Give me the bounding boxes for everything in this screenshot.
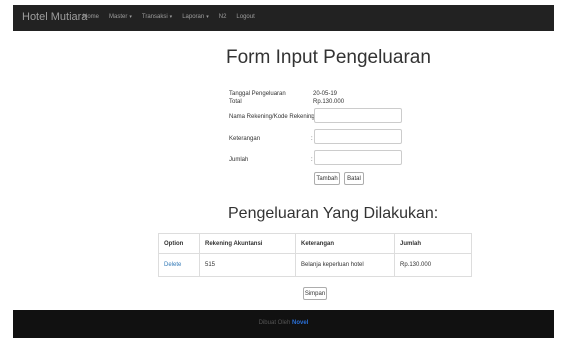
nav-item-master[interactable]: Master ▾ (109, 14, 132, 20)
nav-item-laporan[interactable]: Laporan ▾ (182, 14, 209, 20)
rekening-label: Nama Rekening/Kode Rekening (229, 114, 315, 120)
rekening-input[interactable] (314, 108, 402, 123)
col-header-keterangan: Keterangan (295, 233, 395, 254)
batal-button[interactable]: Batal (344, 172, 364, 185)
option-cell: Delete (158, 253, 200, 277)
nav-item-user[interactable]: N2 (219, 14, 227, 20)
tanggal-value: 20-05-19 (313, 91, 338, 97)
rekening-cell: 515 (199, 253, 296, 277)
footer-text: Dibuat Oleh Novel (13, 320, 554, 326)
nav-item-transaksi[interactable]: Transaksi ▾ (142, 14, 172, 20)
delete-link[interactable]: Delete (164, 262, 181, 268)
footer: Dibuat Oleh Novel (13, 310, 554, 338)
keterangan-cell: Belanja keperluan hotel (295, 253, 395, 277)
nav-item-home[interactable]: Home (83, 14, 99, 20)
keterangan-colon: : (311, 136, 313, 142)
form-title: Form Input Pengeluaran (226, 47, 431, 68)
navbar-brand[interactable]: Hotel Mutiara (22, 11, 87, 23)
nav-menu: Home Master ▾ Transaksi ▾ Laporan ▾ N2 Logo… (83, 14, 265, 20)
col-header-option: Option (158, 233, 200, 254)
top-navbar: Hotel Mutiara Home Master ▾ Transaksi ▾ La… (13, 5, 554, 31)
table-header-row: Option Rekening Akuntansi Keterangan Jum… (158, 233, 472, 254)
col-header-jumlah: Jumlah (394, 233, 472, 254)
footer-author: Novel (292, 320, 309, 326)
section-title: Pengeluaran Yang Dilakukan: (228, 205, 439, 222)
table-row: Delete 515 Belanja keperluan hotel Rp.13… (158, 253, 472, 277)
col-header-rekening: Rekening Akuntansi (199, 233, 296, 254)
jumlah-input[interactable] (314, 150, 402, 165)
tambah-button[interactable]: Tambah (314, 172, 340, 185)
caret-down-icon: ▾ (169, 14, 173, 20)
keterangan-label: Keterangan (229, 136, 261, 142)
total-label: Total (229, 99, 242, 105)
total-value: Rp.130.000 (313, 99, 345, 105)
jumlah-cell: Rp.130.000 (394, 253, 472, 277)
jumlah-label: Jumlah (229, 157, 249, 163)
rekening-colon: : (311, 114, 313, 120)
nav-item-logout[interactable]: Logout (236, 14, 254, 20)
caret-down-icon: ▾ (129, 14, 132, 20)
caret-down-icon: ▾ (206, 14, 209, 20)
tanggal-label: Tanggal Pengeluaran (229, 91, 286, 97)
simpan-button[interactable]: Simpan (303, 287, 327, 300)
jumlah-colon: : (311, 157, 313, 163)
footer-prefix: Dibuat Oleh (258, 320, 291, 326)
expense-table: Option Rekening Akuntansi Keterangan Jum… (158, 233, 472, 277)
keterangan-input[interactable] (314, 129, 402, 144)
